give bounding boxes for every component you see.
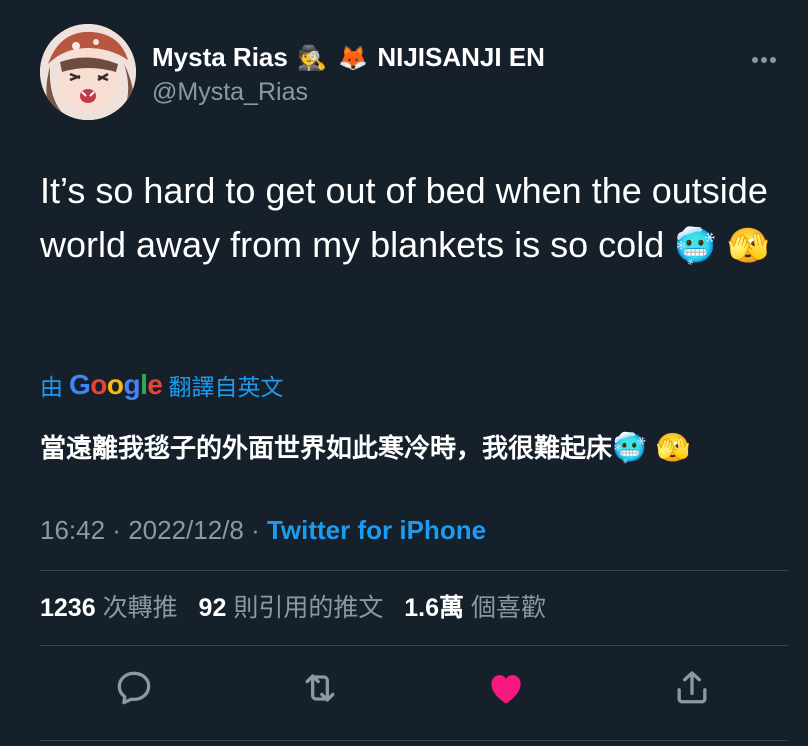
reply-button[interactable] [112,666,156,710]
like-label[interactable]: 個喜歡 [471,594,546,622]
like-button[interactable] [484,666,528,710]
tweet-text: It’s so hard to get out of bed when the … [40,164,780,273]
display-name-row[interactable]: Mysta Rias 🕵️ 🦊 NIJISANJI EN [152,42,545,73]
fox-emoji-icon: 🦊 [338,44,369,72]
tweet-emojis: 🥶 🫣 [674,226,770,266]
retweet-label[interactable]: 次轉推 [103,594,178,622]
tweet-time[interactable]: 16:42 [40,515,105,545]
divider [40,570,788,571]
divider [40,645,788,646]
translate-prefix: 由 [40,374,63,400]
tweet-date[interactable]: 2022/12/8 [128,515,244,545]
quote-count[interactable]: 92 [199,594,227,622]
translated-body: 當遠離我毯子的外面世界如此寒冷時，我很難起床 [40,433,613,463]
affiliation: NIJISANJI EN [377,42,545,72]
display-name[interactable]: Mysta Rias [152,42,288,72]
retweet-icon [305,674,335,702]
share-button[interactable] [670,666,714,710]
heart-icon [491,675,521,704]
meta-separator: · [243,515,267,545]
translate-link[interactable]: 由 Google 翻譯自英文 [40,368,283,402]
avatar[interactable] [40,24,136,120]
anime-avatar-icon [40,24,136,120]
reply-icon [117,671,151,705]
share-icon [677,671,707,704]
tweet-body: It’s so hard to get out of bed when the … [40,170,768,265]
tweet-source-link[interactable]: Twitter for iPhone [267,515,486,545]
user-handle[interactable]: @Mysta_Rias [152,75,545,109]
more-options-icon[interactable] [752,50,784,63]
google-logo: Google [69,369,163,400]
tweet-meta: 16:42 · 2022/12/8 · Twitter for iPhone [40,512,486,548]
like-count[interactable]: 1.6萬 [404,594,464,622]
retweet-count[interactable]: 1236 [40,594,96,622]
tweet-stats: 1236 次轉推 92 則引用的推文 1.6萬 個喜歡 [40,590,560,626]
detective-emoji-icon: 🕵️ [297,44,327,72]
translated-text: 當遠離我毯子的外面世界如此寒冷時，我很難起床🥶 🫣 [40,428,780,468]
tweet-header: Mysta Rias 🕵️ 🦊 NIJISANJI EN @Mysta_Rias [40,24,788,124]
divider [40,740,788,741]
tweet-actions [40,660,788,716]
quote-label[interactable]: 則引用的推文 [233,594,383,622]
translate-suffix: 翻譯自英文 [168,374,284,400]
translated-emojis: 🥶 🫣 [612,431,691,464]
retweet-button[interactable] [298,666,342,710]
meta-separator: · [105,515,129,545]
